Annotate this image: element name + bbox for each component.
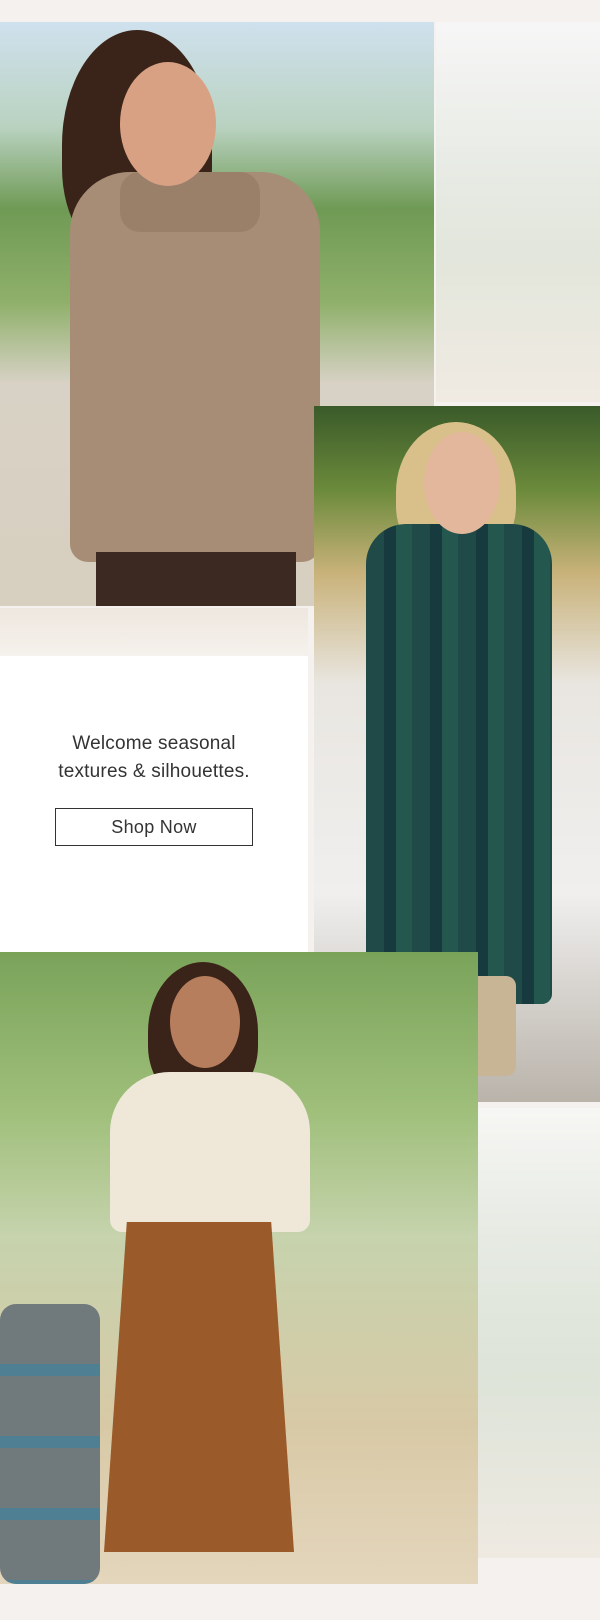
model-face [424, 432, 500, 534]
brown-ruffle-skirt [104, 1222, 294, 1552]
background-wash-top [436, 22, 600, 402]
shop-now-button[interactable]: Shop Now [55, 808, 253, 846]
background-wash-middle [0, 608, 308, 656]
sweater-collar [120, 172, 260, 232]
model-face [120, 62, 216, 186]
photo-suede-ruffle-skirt[interactable] [0, 952, 478, 1584]
dark-pants [96, 552, 296, 606]
model-face [170, 976, 240, 1068]
background-wash-bottom [472, 1108, 600, 1558]
wine-barrel [0, 1304, 100, 1584]
plaid-shirt-dress [366, 524, 552, 1004]
promo-card: Welcome seasonal textures & silhouettes.… [0, 656, 308, 952]
bottom-torn-edge [0, 1584, 600, 1620]
promo-tagline: Welcome seasonal textures & silhouettes. [58, 733, 250, 782]
email-collage: Welcome seasonal textures & silhouettes.… [0, 0, 600, 1620]
ivory-sweater [110, 1072, 310, 1232]
